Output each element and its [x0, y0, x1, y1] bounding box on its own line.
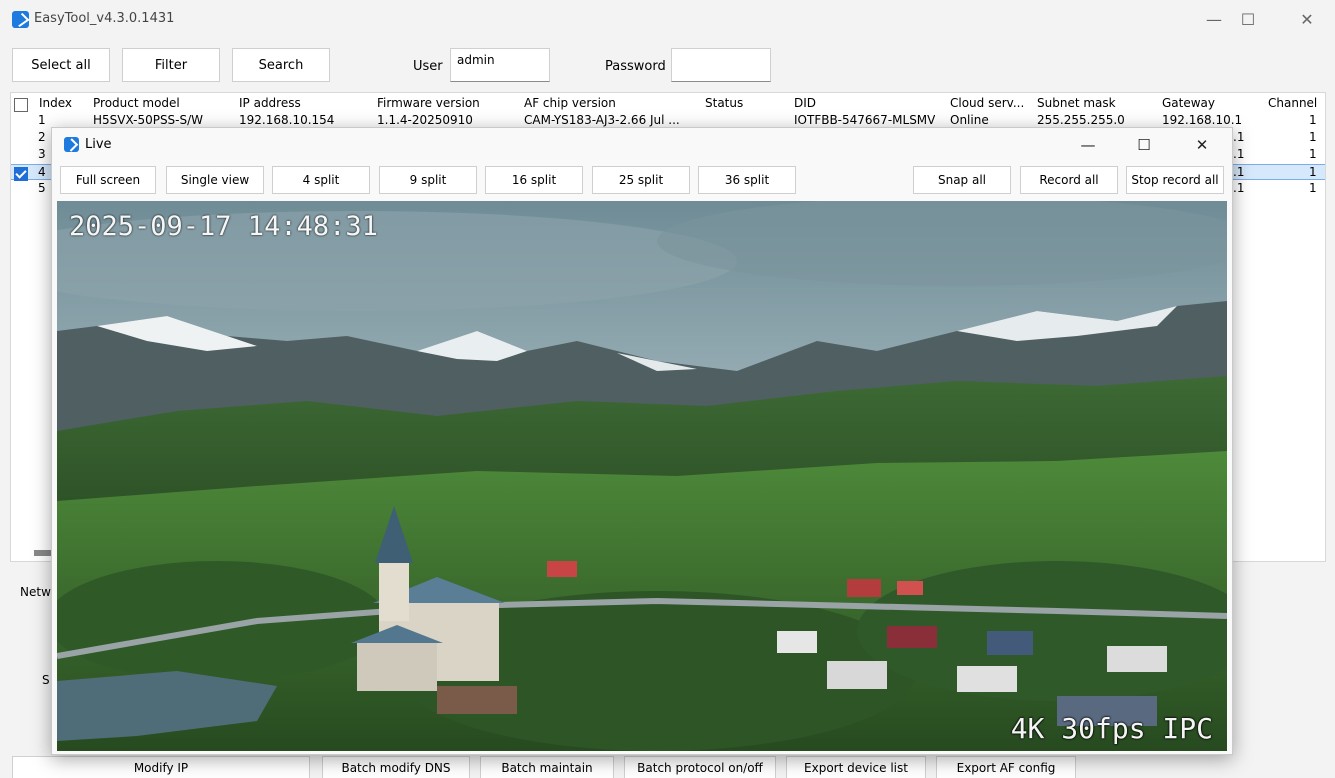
osd-timestamp: 2025-09-17 14:48:31: [69, 211, 378, 242]
title-bar: EasyTool_v4.3.0.1431 — ☐ ✕: [0, 0, 1335, 40]
batch-protocol-tab[interactable]: Batch protocol on/off: [624, 756, 776, 778]
osd-resolution-tag: 4K 30fps IPC: [1010, 712, 1213, 745]
full-screen-button[interactable]: Full screen: [60, 166, 156, 194]
col-index[interactable]: Index: [39, 96, 72, 110]
split-4-button[interactable]: 4 split: [272, 166, 370, 194]
col-did[interactable]: DID: [794, 96, 816, 110]
cell-channel: 1: [1309, 181, 1317, 195]
col-gateway[interactable]: Gateway: [1162, 96, 1215, 110]
maximize-button[interactable]: ☐: [1225, 4, 1271, 34]
col-cloud-service[interactable]: Cloud serv...: [950, 96, 1024, 110]
live-maximize-button[interactable]: ☐: [1124, 132, 1164, 158]
cell-index: 5: [38, 181, 46, 195]
live-close-button[interactable]: ✕: [1182, 132, 1222, 158]
filter-button[interactable]: Filter: [122, 48, 220, 82]
cell-gateway: 192.168.10.1: [1162, 113, 1243, 127]
cell-index: 2: [38, 130, 46, 144]
row-checkbox[interactable]: [14, 167, 28, 181]
cell-index: 4: [38, 165, 46, 179]
cell-subnet: 255.255.255.0: [1037, 113, 1125, 127]
live-app-icon: [64, 137, 79, 152]
batch-maintain-tab[interactable]: Batch maintain: [480, 756, 614, 778]
cell-cloud: Online: [950, 113, 989, 127]
cell-index: 3: [38, 147, 46, 161]
cell-firmware: 1.1.4-20250910: [377, 113, 473, 127]
cell-did: IOTFBB-547667-MLSMV: [794, 113, 936, 127]
live-window-title: Live: [85, 137, 112, 152]
select-all-checkbox[interactable]: [14, 98, 28, 112]
table-header: Index Product model IP address Firmware …: [11, 96, 1325, 112]
split-16-button[interactable]: 16 split: [485, 166, 583, 194]
col-product-model[interactable]: Product model: [93, 96, 180, 110]
cell-index: 1: [38, 113, 46, 127]
col-af-chip-version[interactable]: AF chip version: [524, 96, 616, 110]
live-toolbar: Full screen Single view 4 split 9 split …: [52, 166, 1232, 196]
select-all-button[interactable]: Select all: [12, 48, 110, 82]
col-subnet-mask[interactable]: Subnet mask: [1037, 96, 1116, 110]
record-all-button[interactable]: Record all: [1020, 166, 1118, 194]
bottom-action-tabs: Modify IP Batch modify DNS Batch maintai…: [12, 756, 1334, 778]
batch-modify-dns-tab[interactable]: Batch modify DNS: [322, 756, 470, 778]
password-input[interactable]: [671, 48, 771, 82]
snap-all-button[interactable]: Snap all: [913, 166, 1011, 194]
col-channel[interactable]: Channel: [1268, 96, 1317, 110]
user-label: User: [413, 59, 443, 74]
col-ip-address[interactable]: IP address: [239, 96, 301, 110]
live-title-bar[interactable]: Live — ☐ ✕: [52, 128, 1232, 162]
search-button[interactable]: Search: [232, 48, 330, 82]
app-title: EasyTool_v4.3.0.1431: [34, 11, 175, 26]
single-view-button[interactable]: Single view: [166, 166, 264, 194]
camera-scene-image: [57, 201, 1227, 751]
col-firmware-version[interactable]: Firmware version: [377, 96, 480, 110]
split-25-button[interactable]: 25 split: [592, 166, 690, 194]
cell-gateway: .1: [1233, 147, 1245, 161]
stop-record-all-button[interactable]: Stop record all: [1126, 166, 1224, 194]
live-minimize-button[interactable]: —: [1068, 132, 1108, 158]
app-logo-icon: [12, 11, 29, 28]
live-window: Live — ☐ ✕ Full screen Single view 4 spl…: [51, 127, 1233, 755]
export-af-config-tab[interactable]: Export AF config: [936, 756, 1076, 778]
cell-af-chip: CAM-YS183-AJ3-2.66 Jul ...: [524, 113, 680, 127]
live-video-view[interactable]: 2025-09-17 14:48:31 4K 30fps IPC: [57, 201, 1227, 751]
modify-ip-tab[interactable]: Modify IP: [12, 756, 310, 778]
network-section-label: Netw: [20, 585, 51, 599]
export-device-list-tab[interactable]: Export device list: [786, 756, 926, 778]
password-label: Password: [605, 59, 666, 74]
close-button[interactable]: ✕: [1284, 4, 1330, 34]
cell-gateway: .1: [1233, 130, 1245, 144]
cell-gateway: .1: [1233, 165, 1245, 179]
user-input[interactable]: admin: [450, 48, 550, 82]
cell-channel: 1: [1309, 130, 1317, 144]
settings-section-label: S: [42, 673, 50, 687]
cell-channel: 1: [1309, 113, 1317, 127]
main-toolbar: Select all Filter Search User admin Pass…: [0, 40, 1335, 90]
cell-ip: 192.168.10.154: [239, 113, 335, 127]
cell-channel: 1: [1309, 147, 1317, 161]
col-status[interactable]: Status: [705, 96, 743, 110]
split-36-button[interactable]: 36 split: [698, 166, 796, 194]
split-9-button[interactable]: 9 split: [379, 166, 477, 194]
cell-gateway: .1: [1233, 181, 1245, 195]
cell-model: H5SVX-50PSS-S/W: [93, 113, 204, 127]
cell-channel: 1: [1309, 165, 1317, 179]
